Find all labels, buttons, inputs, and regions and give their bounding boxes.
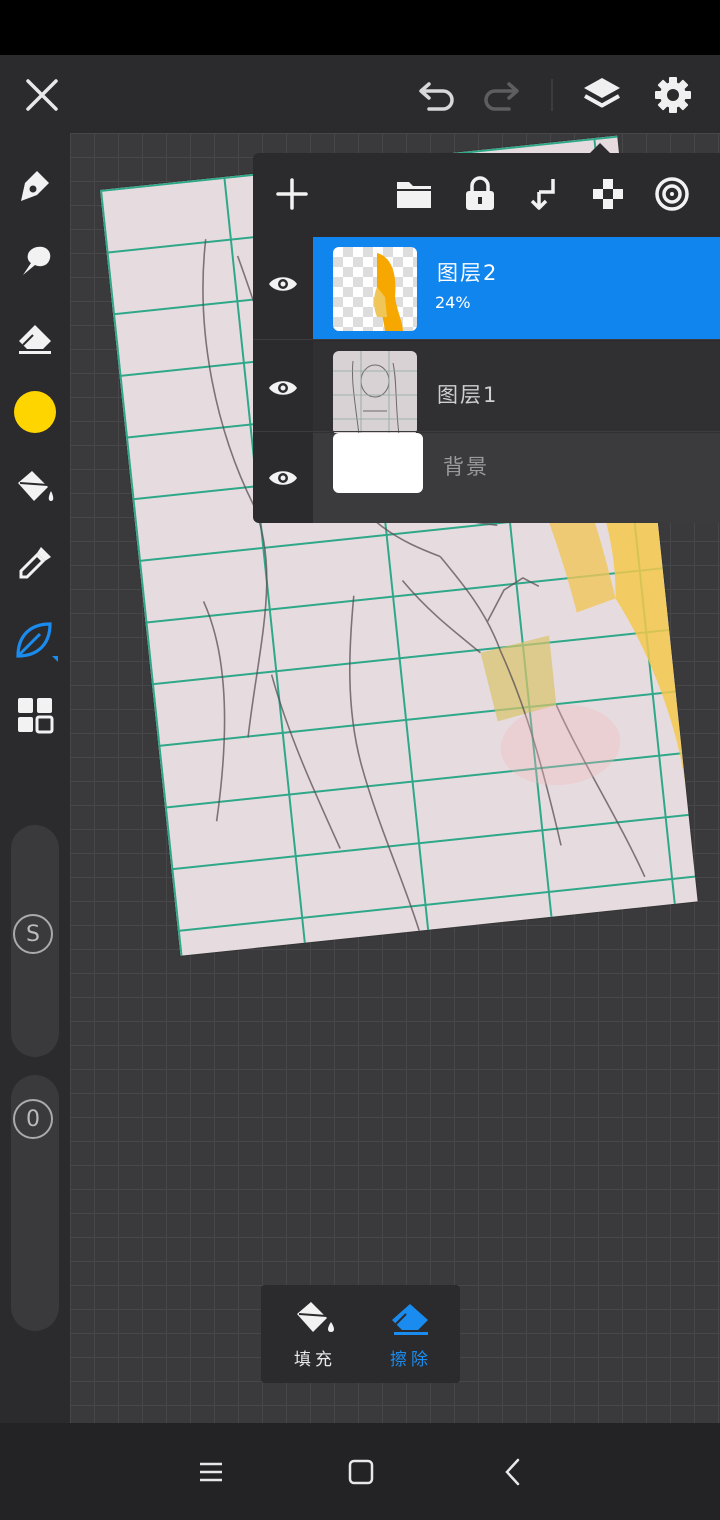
layer-row-1[interactable]: 图层1 <box>253 341 720 443</box>
fill-erase-popup: 填充 擦除 <box>261 1285 460 1383</box>
settings-icon[interactable] <box>650 72 696 118</box>
fill-bucket-icon[interactable] <box>12 465 58 509</box>
top-bar <box>0 55 720 133</box>
leaf-brush-icon[interactable] <box>10 617 60 663</box>
transparency-icon[interactable] <box>587 173 629 215</box>
eraser-tool-icon[interactable] <box>12 315 58 359</box>
layer-row-2[interactable]: 图层2 24% <box>253 237 720 339</box>
clipping-icon[interactable] <box>651 173 693 215</box>
visibility-eye-icon[interactable] <box>267 467 299 493</box>
brush-opacity-knob[interactable]: 0 <box>13 1099 53 1139</box>
brush-opacity-label: 0 <box>26 1106 40 1132</box>
smudge-tool-icon[interactable] <box>12 239 58 283</box>
home-icon[interactable] <box>340 1455 382 1489</box>
layer-thumbnail <box>333 351 417 435</box>
fill-label: 填充 <box>294 1350 336 1370</box>
add-layer-icon[interactable] <box>271 173 313 215</box>
layer-separator <box>253 431 720 432</box>
layer-name: 图层1 <box>437 383 499 407</box>
brush-opacity-slider[interactable]: 0 <box>11 1075 59 1331</box>
color-picker[interactable] <box>14 391 56 433</box>
toolbar-divider <box>551 79 553 111</box>
close-icon[interactable] <box>20 75 64 115</box>
layer-name: 背景 <box>443 455 489 479</box>
layer-opacity: 24% <box>435 293 471 312</box>
undo-icon[interactable] <box>414 75 460 115</box>
brush-size-slider[interactable]: S <box>11 825 59 1057</box>
fill-bucket-icon <box>293 1297 339 1339</box>
visibility-eye-icon[interactable] <box>267 273 299 299</box>
fill-button[interactable]: 填充 <box>267 1285 363 1383</box>
redo-icon[interactable] <box>478 75 524 115</box>
merge-down-icon[interactable] <box>523 173 565 215</box>
back-icon[interactable] <box>492 1455 534 1489</box>
erase-label: 擦除 <box>390 1350 432 1370</box>
menu-icon[interactable] <box>190 1455 232 1489</box>
erase-button[interactable]: 擦除 <box>363 1285 459 1383</box>
layer-thumbnail <box>333 247 417 331</box>
grid-menu-icon[interactable] <box>12 693 58 737</box>
eraser-icon <box>387 1297 435 1339</box>
visibility-eye-icon[interactable] <box>267 377 299 403</box>
brush-size-knob[interactable]: S <box>13 914 53 954</box>
left-toolbar: S 0 <box>0 133 70 1423</box>
layers-panel: 图层2 24% 图层1 背景 <box>253 153 720 523</box>
layers-icon[interactable] <box>578 73 626 117</box>
system-nav-bar <box>0 1423 720 1520</box>
folder-icon[interactable] <box>393 173 435 215</box>
lock-icon[interactable] <box>459 173 501 215</box>
pen-tool-icon[interactable] <box>12 163 58 207</box>
layer-separator <box>253 339 720 340</box>
layer-row-background-layer[interactable]: 背景 <box>253 433 720 523</box>
layer-name: 图层2 <box>437 261 499 285</box>
brush-size-label: S <box>26 921 40 947</box>
eyedropper-icon[interactable] <box>12 541 58 585</box>
status-bar <box>0 0 720 55</box>
layers-panel-pointer <box>590 143 610 153</box>
layer-thumbnail <box>333 433 423 493</box>
